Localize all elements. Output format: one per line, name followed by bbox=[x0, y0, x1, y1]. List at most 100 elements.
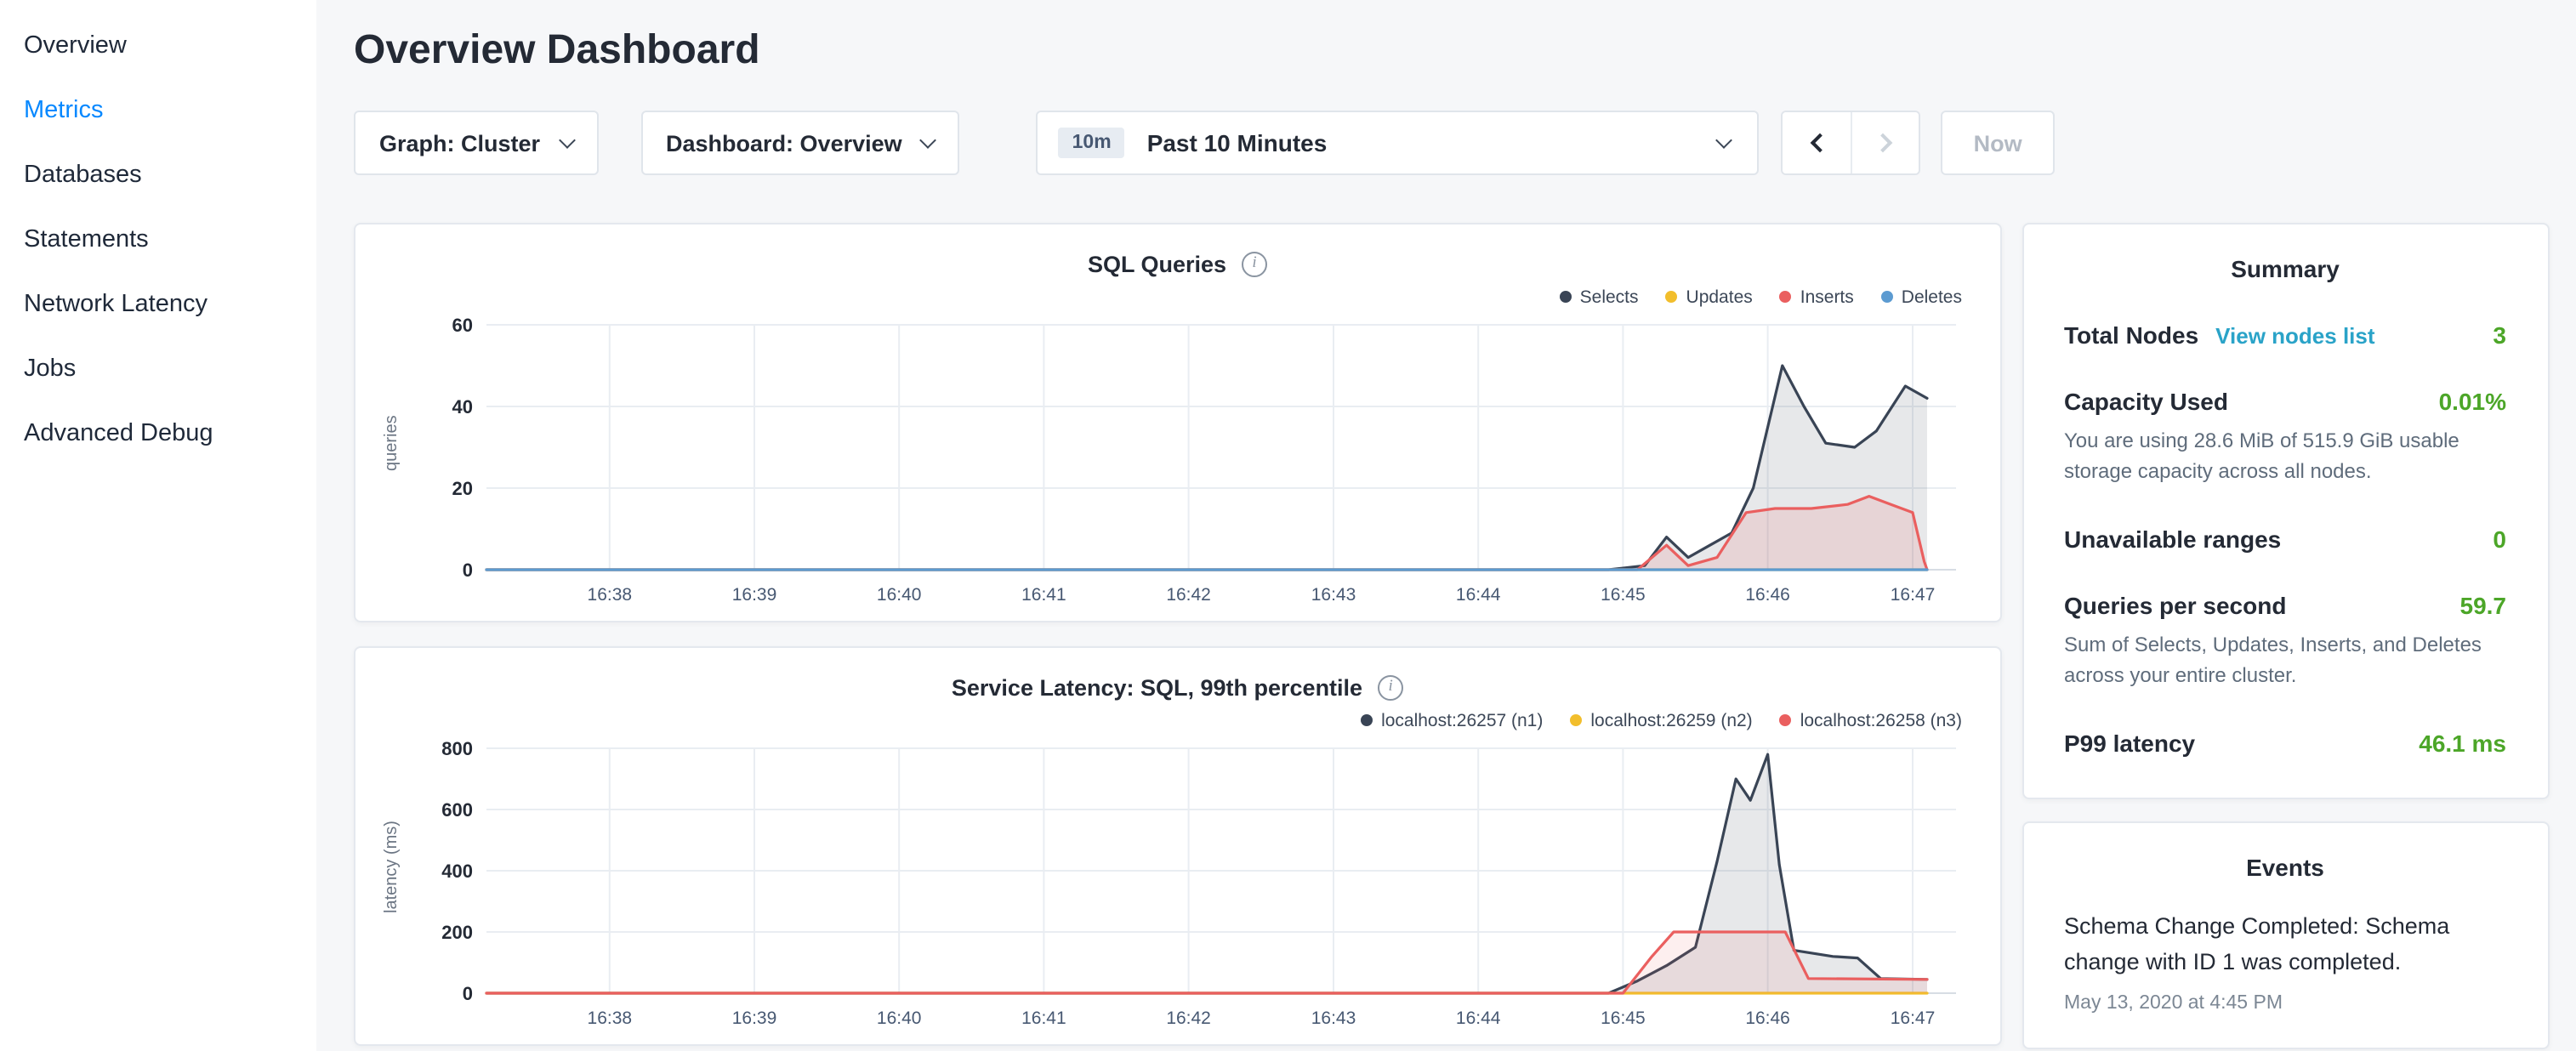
event-message: Schema Change Completed: Schema change w… bbox=[2064, 910, 2506, 981]
svg-text:16:43: 16:43 bbox=[1311, 1008, 1356, 1028]
svg-text:16:39: 16:39 bbox=[732, 1008, 777, 1028]
svg-text:16:40: 16:40 bbox=[877, 585, 922, 605]
time-pager bbox=[1782, 111, 1921, 175]
info-icon[interactable]: i bbox=[1242, 251, 1267, 276]
y-axis-title: latency (ms) bbox=[379, 735, 405, 1037]
svg-text:16:44: 16:44 bbox=[1456, 1008, 1501, 1028]
sql-queries-chart-card: SQL Queries i Selects Updates Inserts Delet… bbox=[354, 223, 2001, 622]
svg-text:16:42: 16:42 bbox=[1166, 1008, 1211, 1028]
legend-item: Selects bbox=[1560, 284, 1639, 310]
summary-value: 3 bbox=[2479, 321, 2506, 349]
summary-header: Summary bbox=[2064, 255, 2506, 282]
svg-text:200: 200 bbox=[441, 922, 473, 943]
summary-row-total-nodes: Total Nodes View nodes list 3 bbox=[2064, 321, 2506, 349]
time-range-dropdown[interactable]: 10m Past 10 Minutes bbox=[1037, 111, 1760, 175]
summary-value: 46.1 ms bbox=[2405, 730, 2506, 757]
svg-text:16:42: 16:42 bbox=[1166, 585, 1211, 605]
summary-label: P99 latency bbox=[2064, 730, 2195, 757]
summary-row-queries-per-second: Queries per second 59.7 Sum of Selects, … bbox=[2064, 592, 2506, 690]
svg-text:0: 0 bbox=[463, 560, 473, 581]
summary-value: 0.01% bbox=[2425, 388, 2506, 415]
chart-title: SQL Queries bbox=[1088, 251, 1226, 276]
summary-row-p99-latency: P99 latency 46.1 ms bbox=[2064, 730, 2506, 757]
svg-text:800: 800 bbox=[441, 738, 473, 759]
svg-text:16:43: 16:43 bbox=[1311, 585, 1356, 605]
nav-item-advanced-debug[interactable]: Advanced Debug bbox=[24, 401, 316, 466]
chevron-down-icon bbox=[1716, 131, 1733, 148]
svg-text:20: 20 bbox=[452, 478, 473, 499]
nav-item-statements[interactable]: Statements bbox=[24, 207, 316, 272]
summary-row-capacity-used: Capacity Used 0.01% You are using 28.6 M… bbox=[2064, 388, 2506, 486]
app-viewport: Overview Metrics Databases Statements Ne… bbox=[0, 0, 2576, 1051]
graph-scope-dropdown[interactable]: Graph: Cluster bbox=[354, 111, 598, 175]
nav-item-databases[interactable]: Databases bbox=[24, 143, 316, 207]
dashboard-dropdown-label: Dashboard: Overview bbox=[666, 130, 902, 156]
svg-text:16:45: 16:45 bbox=[1601, 1008, 1646, 1028]
legend-item: localhost:26259 (n2) bbox=[1570, 707, 1752, 733]
chevron-left-icon bbox=[1811, 134, 1830, 153]
nav-item-jobs[interactable]: Jobs bbox=[24, 337, 316, 401]
sql-queries-chart: 16:3816:3916:4016:4116:4216:4316:4416:45… bbox=[405, 311, 1976, 614]
chevron-down-icon bbox=[920, 131, 937, 148]
service-latency-chart: 16:3816:3916:4016:4116:4216:4316:4416:45… bbox=[405, 735, 1976, 1037]
svg-text:16:41: 16:41 bbox=[1021, 585, 1066, 605]
legend-dot-icon bbox=[1570, 714, 1582, 726]
nav-item-overview[interactable]: Overview bbox=[24, 14, 316, 78]
graph-scope-dropdown-label: Graph: Cluster bbox=[379, 130, 540, 156]
svg-text:16:45: 16:45 bbox=[1601, 585, 1646, 605]
chart-body: latency (ms) 16:3816:3916:4016:4116:4216… bbox=[379, 735, 1976, 1037]
time-range-controls: 10m Past 10 Minutes Now bbox=[1037, 111, 2055, 175]
summary-label: Queries per second bbox=[2064, 592, 2286, 619]
svg-text:16:44: 16:44 bbox=[1456, 585, 1501, 605]
legend-item: Updates bbox=[1666, 284, 1753, 310]
svg-text:40: 40 bbox=[452, 396, 473, 418]
y-axis-title: queries bbox=[379, 311, 405, 614]
page-title: Overview Dashboard bbox=[354, 27, 2549, 75]
legend-item: Deletes bbox=[1881, 284, 1962, 310]
time-forward-button[interactable] bbox=[1851, 112, 1919, 173]
legend-dot-icon bbox=[1881, 291, 1893, 303]
summary-description: You are using 28.6 MiB of 515.9 GiB usab… bbox=[2064, 425, 2506, 486]
summary-label: Unavailable ranges bbox=[2064, 526, 2281, 553]
chevron-down-icon bbox=[558, 131, 575, 148]
event-timestamp: May 13, 2020 at 4:45 PM bbox=[2064, 993, 2506, 1014]
now-button[interactable]: Now bbox=[1942, 111, 2055, 175]
svg-text:600: 600 bbox=[441, 799, 473, 821]
service-latency-chart-card: Service Latency: SQL, 99th percentile i … bbox=[354, 646, 2001, 1046]
chart-title: Service Latency: SQL, 99th percentile bbox=[952, 674, 1362, 700]
chart-title-row: Service Latency: SQL, 99th percentile i bbox=[379, 668, 1976, 706]
legend-item: Inserts bbox=[1780, 284, 1854, 310]
svg-text:16:47: 16:47 bbox=[1891, 585, 1936, 605]
legend-dot-icon bbox=[1666, 291, 1678, 303]
svg-text:16:47: 16:47 bbox=[1891, 1008, 1936, 1028]
dashboard-controls: Graph: Cluster Dashboard: Overview 10m P… bbox=[354, 111, 2549, 175]
dashboard-body: SQL Queries i Selects Updates Inserts Delet… bbox=[354, 223, 2549, 1049]
svg-text:400: 400 bbox=[441, 861, 473, 882]
svg-text:16:38: 16:38 bbox=[588, 585, 633, 605]
chart-title-row: SQL Queries i bbox=[379, 245, 1976, 282]
legend-dot-icon bbox=[1361, 714, 1373, 726]
nav-item-network-latency[interactable]: Network Latency bbox=[24, 272, 316, 337]
dashboard-dropdown[interactable]: Dashboard: Overview bbox=[640, 111, 960, 175]
legend-dot-icon bbox=[1780, 714, 1792, 726]
charts-column: SQL Queries i Selects Updates Inserts Delet… bbox=[354, 223, 2001, 1046]
legend-dot-icon bbox=[1780, 291, 1792, 303]
svg-text:16:46: 16:46 bbox=[1745, 585, 1790, 605]
svg-text:16:40: 16:40 bbox=[877, 1008, 922, 1028]
main-content: Overview Dashboard Graph: Cluster Dashbo… bbox=[316, 0, 2576, 1051]
right-sidebar: Summary Total Nodes View nodes list 3 Ca… bbox=[2022, 223, 2549, 1049]
summary-description: Sum of Selects, Updates, Inserts, and De… bbox=[2064, 629, 2506, 690]
time-back-button[interactable] bbox=[1783, 112, 1851, 173]
legend-dot-icon bbox=[1560, 291, 1572, 303]
chart-legend: Selects Updates Inserts Deletes bbox=[379, 284, 1962, 310]
nav-item-metrics[interactable]: Metrics bbox=[24, 78, 316, 143]
svg-text:16:41: 16:41 bbox=[1021, 1008, 1066, 1028]
chart-legend: localhost:26257 (n1)localhost:26259 (n2)… bbox=[379, 707, 1962, 733]
info-icon[interactable]: i bbox=[1378, 674, 1403, 700]
summary-value: 59.7 bbox=[2447, 592, 2507, 619]
view-nodes-list-link[interactable]: View nodes list bbox=[2215, 323, 2374, 349]
summary-value: 0 bbox=[2479, 526, 2506, 553]
summary-panel: Summary Total Nodes View nodes list 3 Ca… bbox=[2022, 223, 2549, 799]
time-range-label: Past 10 Minutes bbox=[1147, 129, 1328, 156]
summary-label: Total Nodes bbox=[2064, 321, 2198, 349]
